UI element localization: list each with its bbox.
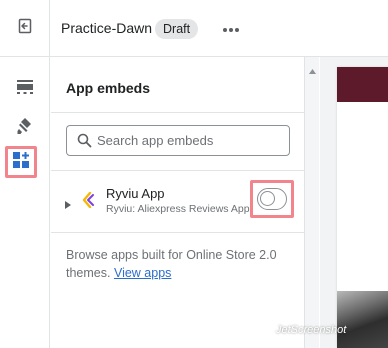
exit-button[interactable]: [0, 0, 50, 57]
paint-brush-icon: [16, 117, 34, 140]
panel-title: App embeds: [66, 80, 151, 96]
theme-name: Practice-Dawn: [61, 20, 153, 36]
more-actions-button[interactable]: [218, 18, 244, 40]
app-embed-icon: [12, 151, 30, 174]
search-input[interactable]: [97, 133, 277, 148]
app-embeds-panel: App embeds Ryviu App Ryviu: Aliexpress R…: [51, 57, 304, 348]
ryviu-logo-icon: [81, 191, 95, 213]
search-field[interactable]: [66, 125, 290, 156]
exit-icon: [17, 18, 33, 39]
preview-page: [337, 67, 388, 348]
divider: [51, 232, 304, 233]
watermark: JetScreenshot: [276, 324, 347, 336]
toggle-highlight: [250, 180, 294, 218]
app-name: Ryviu App: [106, 186, 165, 201]
sidebar-item-app-embeds[interactable]: [5, 146, 37, 178]
toggle-knob: [260, 191, 275, 206]
app-embed-toggle[interactable]: [257, 188, 287, 210]
status-badge: Draft: [155, 19, 199, 39]
sidebar-item-theme-settings[interactable]: [8, 113, 42, 143]
sections-icon: [16, 79, 34, 100]
browse-apps-text: Browse apps built for Online Store 2.0 t…: [66, 246, 291, 282]
divider: [51, 112, 304, 113]
expand-caret-icon[interactable]: [65, 196, 71, 214]
view-apps-link[interactable]: View apps: [114, 266, 171, 280]
search-icon: [67, 133, 97, 148]
scroll-up-icon[interactable]: [309, 61, 316, 79]
sidebar-rail: [0, 57, 50, 348]
app-subtitle: Ryviu: Aliexpress Reviews App: [106, 203, 250, 215]
sidebar-item-sections[interactable]: [8, 74, 42, 104]
theme-preview[interactable]: [320, 57, 388, 348]
preview-image: [337, 291, 388, 348]
preview-banner: [337, 67, 388, 102]
scrollbar[interactable]: [304, 57, 319, 348]
app-embed-row[interactable]: Ryviu App Ryviu: Aliexpress Reviews App: [51, 170, 304, 232]
top-bar: Practice-Dawn Draft: [0, 0, 388, 57]
more-horizontal-icon: [222, 20, 240, 38]
